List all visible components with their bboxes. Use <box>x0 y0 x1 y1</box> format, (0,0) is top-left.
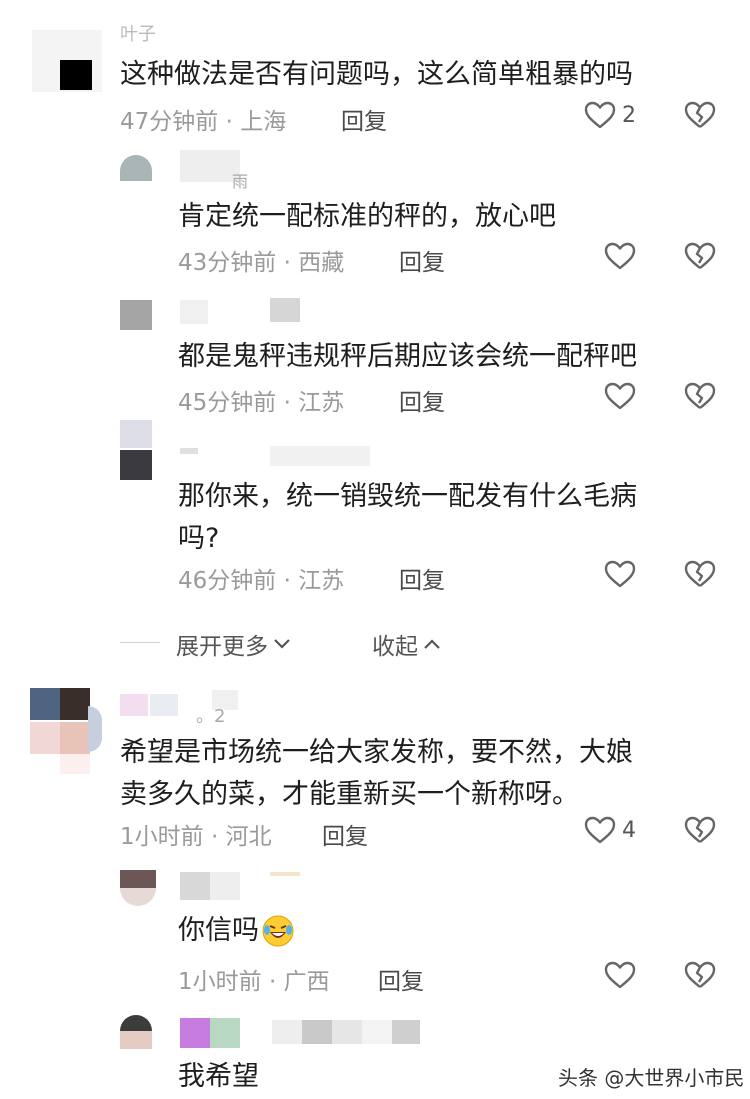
meta-separator: · <box>283 568 291 594</box>
commenter-name-fragment: 雨 <box>232 172 249 191</box>
dislike-button[interactable] <box>684 100 716 134</box>
comment-location: 广西 <box>283 969 330 995</box>
commenter-name[interactable] <box>180 1018 430 1050</box>
commenter-name[interactable]: 叶子 <box>120 20 156 46</box>
heart-outline-icon <box>604 382 636 410</box>
broken-heart-icon <box>684 382 716 409</box>
like-button[interactable] <box>604 241 636 271</box>
comment-time: 46分钟前 <box>178 568 277 594</box>
comment-meta: 46分钟前 · 江苏 <box>178 561 344 595</box>
expand-more-button[interactable]: 展开更多 <box>176 627 292 661</box>
dislike-button[interactable] <box>684 381 716 415</box>
comment-meta: 43分钟前 · 西藏 <box>178 243 344 277</box>
comment-location: 上海 <box>240 109 287 135</box>
meta-separator: · <box>283 390 291 416</box>
comment-text: 希望是市场统一给大家发称，要不然，大娘 卖多久的菜，才能重新买一个新称呀。 <box>120 732 633 816</box>
expand-more-label: 展开更多 <box>176 634 268 660</box>
laughing-crying-emoji-icon <box>262 915 294 947</box>
comment-time: 1小时前 <box>120 824 204 850</box>
reply-button[interactable]: 回复 <box>399 561 445 595</box>
heart-outline-icon <box>584 816 616 844</box>
dislike-button[interactable] <box>684 559 716 593</box>
like-count: 2 <box>622 102 636 128</box>
avatar[interactable] <box>120 155 152 181</box>
heart-outline-icon <box>604 242 636 270</box>
broken-heart-icon <box>684 560 716 587</box>
comment-text: 那你来，统一销毁统一配发有什么毛病 吗? <box>178 476 637 560</box>
comment-text: 肯定统一配标准的秤的，放心吧 <box>178 201 556 232</box>
like-button[interactable] <box>604 559 636 589</box>
comment-text: 这种做法是否有问题吗，这么简单粗暴的吗 <box>120 59 633 90</box>
comment-text-line: 那你来，统一销毁统一配发有什么毛病 <box>178 481 637 512</box>
avatar[interactable] <box>120 870 156 906</box>
comment-text-content: 你信吗 <box>178 915 259 946</box>
avatar[interactable] <box>120 300 152 330</box>
meta-separator: · <box>283 250 291 276</box>
comment-text-line: 卖多久的菜，才能重新买一个新称呀。 <box>120 779 579 810</box>
watermark: 头条 @大世界小市民 <box>558 1066 745 1090</box>
avatar[interactable] <box>120 1015 152 1049</box>
meta-separator: · <box>210 824 219 850</box>
comment-meta: 1小时前 · 河北 <box>120 817 272 851</box>
comment-time: 1小时前 <box>178 969 262 995</box>
comment-time: 47分钟前 <box>120 109 219 135</box>
avatar[interactable] <box>120 420 152 480</box>
meta-separator: · <box>225 109 233 135</box>
broken-heart-icon <box>684 101 716 128</box>
commenter-name[interactable] <box>180 150 240 182</box>
chevron-up-icon <box>424 639 440 649</box>
heart-outline-icon <box>584 101 616 129</box>
reply-button[interactable]: 回复 <box>399 243 445 277</box>
dislike-button[interactable] <box>684 960 716 994</box>
avatar[interactable] <box>30 688 102 774</box>
like-button[interactable]: 2 <box>584 100 636 130</box>
commenter-name[interactable] <box>180 298 300 326</box>
broken-heart-icon <box>684 961 716 988</box>
comment-location: 江苏 <box>298 390 345 416</box>
heart-outline-icon <box>604 961 636 989</box>
comment-text: 我希望 <box>178 1061 259 1092</box>
broken-heart-icon <box>684 816 716 843</box>
avatar[interactable] <box>32 30 102 92</box>
collapse-label: 收起 <box>372 634 418 660</box>
comment-location: 江苏 <box>298 568 345 594</box>
collapse-button[interactable]: 收起 <box>372 627 442 661</box>
comment-location: 河北 <box>225 824 272 850</box>
comment-text: 你信吗 <box>178 910 295 952</box>
expand-divider <box>120 642 160 643</box>
like-count: 4 <box>622 817 636 843</box>
comment-meta: 45分钟前 · 江苏 <box>178 383 344 417</box>
like-button[interactable] <box>604 960 636 990</box>
comment-time: 45分钟前 <box>178 390 277 416</box>
comment-location: 西藏 <box>298 250 345 276</box>
reply-button[interactable]: 回复 <box>322 817 368 851</box>
comment-time: 43分钟前 <box>178 250 277 276</box>
reply-button[interactable]: 回复 <box>378 962 424 996</box>
broken-heart-icon <box>684 242 716 269</box>
heart-outline-icon <box>604 560 636 588</box>
dislike-button[interactable] <box>684 241 716 275</box>
commenter-name[interactable] <box>180 440 370 466</box>
comment-text: 都是鬼秤违规秤后期应该会统一配秤吧 <box>178 341 637 372</box>
reply-button[interactable]: 回复 <box>399 383 445 417</box>
dislike-button[interactable] <box>684 815 716 849</box>
like-button[interactable] <box>604 381 636 411</box>
comment-text-line: 吗? <box>178 523 220 554</box>
comment-meta: 47分钟前 · 上海 <box>120 102 286 136</box>
meta-separator: · <box>268 969 277 995</box>
comment-text-line: 希望是市场统一给大家发称，要不然，大娘 <box>120 737 633 768</box>
comment-meta: 1小时前 · 广西 <box>178 962 330 996</box>
reply-button[interactable]: 回复 <box>341 102 387 136</box>
commenter-name[interactable] <box>180 872 300 902</box>
like-button[interactable]: 4 <box>584 815 636 845</box>
commenter-name-fragment: 。2 <box>196 706 226 727</box>
chevron-down-icon <box>274 639 290 649</box>
